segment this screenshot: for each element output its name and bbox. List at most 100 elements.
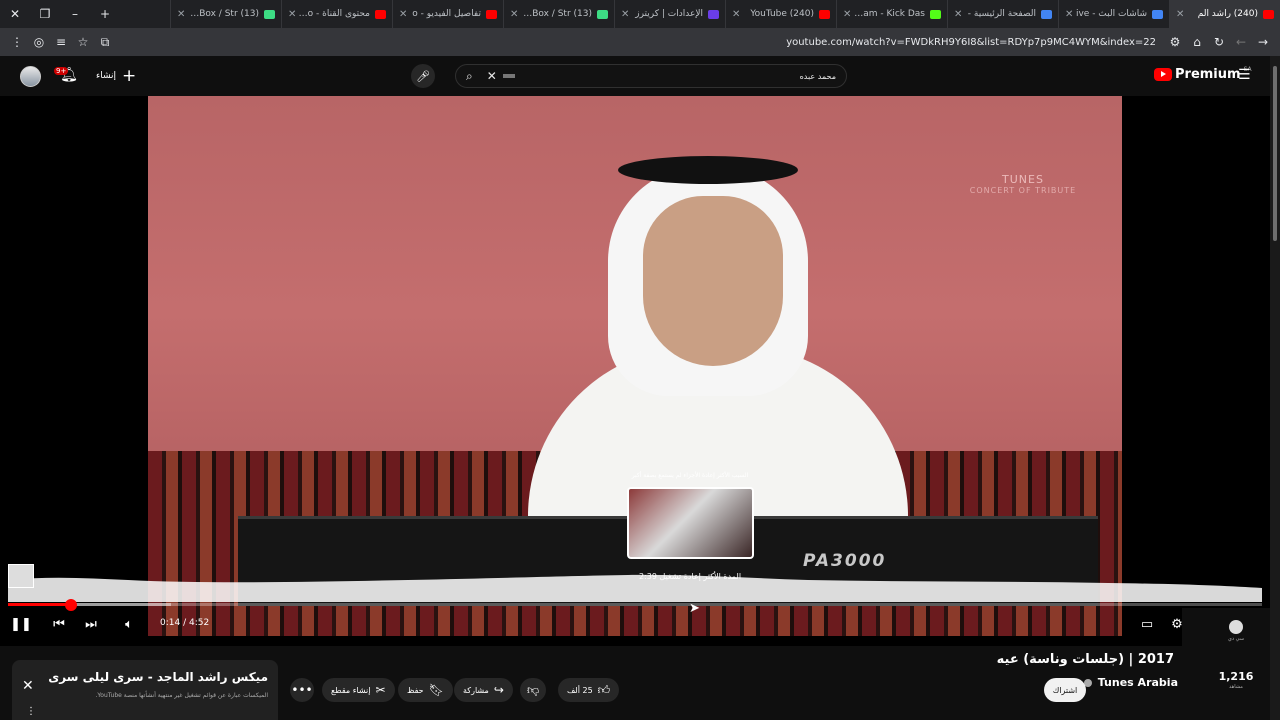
browser-tab[interactable]: (240) YouTube ✕ xyxy=(725,0,836,28)
extension-icon[interactable]: ◎ xyxy=(28,31,50,53)
video-title: 2017 | (جلسات وناسة) عيه xyxy=(996,652,1174,667)
search-input[interactable]: محمد عبده xyxy=(521,72,836,81)
close-tab-icon[interactable]: ✕ xyxy=(1065,9,1073,20)
url-field[interactable]: youtube.com/watch?v=FWDkRH9Y6I8&list=RDY… xyxy=(116,37,1164,48)
clip-label: إنشاء مقطع xyxy=(331,685,371,695)
avatar[interactable] xyxy=(20,66,41,87)
close-tab-icon[interactable]: ✕ xyxy=(732,9,740,20)
tab-favicon-icon xyxy=(597,9,608,19)
share-button[interactable]: ↪ مشاركة xyxy=(454,678,513,702)
tab-favicon-icon xyxy=(819,9,830,19)
playlist-panel[interactable]: ✕ ميكس راشد الماجد - سرى ليلى سرى الميكس… xyxy=(12,660,278,720)
channel-watermark: TUNES CONCERT OF TRIBUTE xyxy=(968,131,1078,211)
home-icon[interactable]: ⌂ xyxy=(1186,31,1208,53)
tab-title: محتوى القناة - udio xyxy=(298,9,370,19)
right-rail xyxy=(1182,608,1270,720)
close-window-icon[interactable]: ✕ xyxy=(0,0,30,28)
heatmap-peak-thumbnail xyxy=(8,564,34,588)
next-icon[interactable]: ⏭︎ xyxy=(82,615,100,633)
tab-favicon-icon xyxy=(1263,9,1274,19)
youtube-premium-logo[interactable]: Premium SA xyxy=(1154,66,1252,82)
forward-icon[interactable]: → xyxy=(1252,31,1274,53)
logo-text: Premium xyxy=(1175,67,1241,82)
browser-tab[interactable]: الصفحة الرئيسية - ✕ xyxy=(947,0,1058,28)
minimize-window-icon[interactable]: – xyxy=(60,0,90,28)
hamburger-menu-icon[interactable]: ☰ xyxy=(1238,67,1251,83)
browser-tab[interactable]: Stream - Kick Das✕ xyxy=(836,0,947,28)
subtitles-icon[interactable]: ▭ xyxy=(1138,615,1156,633)
watermark-subtext: CONCERT OF TRIBUTE xyxy=(969,186,1077,195)
search-box[interactable]: ⌕ ✕ محمد عبده xyxy=(455,64,847,88)
browser-tab[interactable]: شاشات البث - ive ✕ xyxy=(1058,0,1169,28)
subscribe-button[interactable]: اشتراك xyxy=(1044,678,1086,702)
tab-title: Stream - Kick Das xyxy=(853,9,925,19)
video-info-section: 2017 | (جلسات وناسة) عيه Tunes Arabia اش… xyxy=(0,646,1182,720)
video-player[interactable]: TUNES CONCERT OF TRIBUTE PA3000 السبب ال… xyxy=(0,96,1270,646)
dislike-button[interactable]: 👎︎ xyxy=(520,678,547,702)
watermark-text: TUNES xyxy=(1002,173,1044,186)
close-tab-icon[interactable]: ✕ xyxy=(288,9,296,20)
clear-search-icon[interactable]: ✕ xyxy=(487,69,497,83)
tab-favicon-icon xyxy=(264,9,275,19)
close-tab-icon[interactable]: ✕ xyxy=(621,9,629,20)
bookmark-icon: 🔖︎ xyxy=(428,683,444,697)
clip-button[interactable]: ✂ إنشاء مقطع xyxy=(322,678,395,702)
browser-tab[interactable]: محتوى القناة - udio✕ xyxy=(281,0,392,28)
tab-title: (240) YouTube xyxy=(750,9,814,19)
time-display: 0:14 / 4:52 xyxy=(160,618,210,628)
rail-avatar[interactable] xyxy=(1229,620,1243,634)
channel-name-row[interactable]: Tunes Arabia xyxy=(1083,676,1178,689)
site-settings-icon[interactable]: ⚙ xyxy=(1164,31,1186,53)
like-button[interactable]: 👍︎ 25 ألف xyxy=(558,678,620,702)
close-tab-icon[interactable]: ✕ xyxy=(1176,9,1184,20)
more-actions-icon[interactable]: ••• xyxy=(290,678,314,702)
browser-menu-icon[interactable]: ⋮ xyxy=(6,31,28,53)
browser-tab[interactable]: الإعدادات | كريترز ✕ xyxy=(614,0,725,28)
close-playlist-icon[interactable]: ✕ xyxy=(22,678,34,694)
browser-tab[interactable]: (13) Alert Box / Str✕ xyxy=(503,0,614,28)
share-label: مشاركة xyxy=(463,685,489,695)
volume-icon[interactable]: 🔈︎ xyxy=(120,615,138,633)
like-count: 25 ألف xyxy=(567,685,593,695)
close-tab-icon[interactable]: ✕ xyxy=(954,9,962,20)
back-icon[interactable]: ← xyxy=(1230,31,1252,53)
bookmark-star-icon[interactable]: ☆ xyxy=(72,31,94,53)
create-button[interactable]: إنشاء + xyxy=(96,66,136,86)
keyboard-icon[interactable] xyxy=(502,74,515,78)
previous-icon[interactable]: ⏮︎ xyxy=(50,615,68,633)
thumbs-up-icon: 👍︎ xyxy=(597,682,611,697)
tab-strip: (240) راشد الم ✕ شاشات البث - ive ✕ الصفحة ا… xyxy=(120,0,1280,28)
browser-tab[interactable]: (13) Alert Box / Str✕ xyxy=(170,0,281,28)
playlist-icon[interactable]: ≡ xyxy=(50,31,72,53)
rail-sublabel: مشاهد xyxy=(1229,684,1243,690)
scrubber-knob[interactable] xyxy=(64,599,77,611)
playlist-menu-icon[interactable]: ⋮ xyxy=(26,706,36,717)
thumbs-down-icon: 👎︎ xyxy=(527,682,540,697)
install-app-icon[interactable]: ⧉ xyxy=(94,31,116,53)
close-tab-icon[interactable]: ✕ xyxy=(510,9,518,20)
close-tab-icon[interactable]: ✕ xyxy=(177,9,185,20)
save-button[interactable]: 🔖︎ حفظ xyxy=(398,678,453,702)
page-scrollbar[interactable] xyxy=(1270,56,1280,720)
notification-badge: 9+ xyxy=(54,67,69,75)
voice-search-mic-icon[interactable]: 🎤︎ xyxy=(411,64,435,88)
pause-icon[interactable]: ❚❚ xyxy=(10,615,32,633)
reload-icon[interactable]: ↻ xyxy=(1208,31,1230,53)
close-tab-icon[interactable]: ✕ xyxy=(399,9,407,20)
restore-window-icon[interactable]: ❐ xyxy=(30,0,60,28)
save-label: حفظ xyxy=(407,685,424,695)
browser-tab[interactable]: تفاصيل الفيديو - o ✕ xyxy=(392,0,503,28)
tab-favicon-icon xyxy=(486,9,497,19)
heatmap-fill xyxy=(8,574,1262,602)
browser-tab[interactable]: (240) راشد الم ✕ xyxy=(1169,0,1280,28)
rail-count: 1,216 xyxy=(1218,670,1254,683)
channel-name[interactable]: Tunes Arabia xyxy=(1098,676,1178,689)
share-icon: ↪ xyxy=(493,683,504,697)
close-tab-icon[interactable]: ✕ xyxy=(843,9,851,20)
search-icon[interactable]: ⌕ xyxy=(466,69,473,84)
progress-bar[interactable] xyxy=(8,603,1262,606)
new-tab-button[interactable]: + xyxy=(90,0,120,28)
playlist-subtitle: الميكسات عبارة عن قوائم تشغيل غير منتهية… xyxy=(95,692,269,699)
scrollbar-thumb[interactable] xyxy=(1273,66,1277,241)
played-bar xyxy=(8,603,71,606)
